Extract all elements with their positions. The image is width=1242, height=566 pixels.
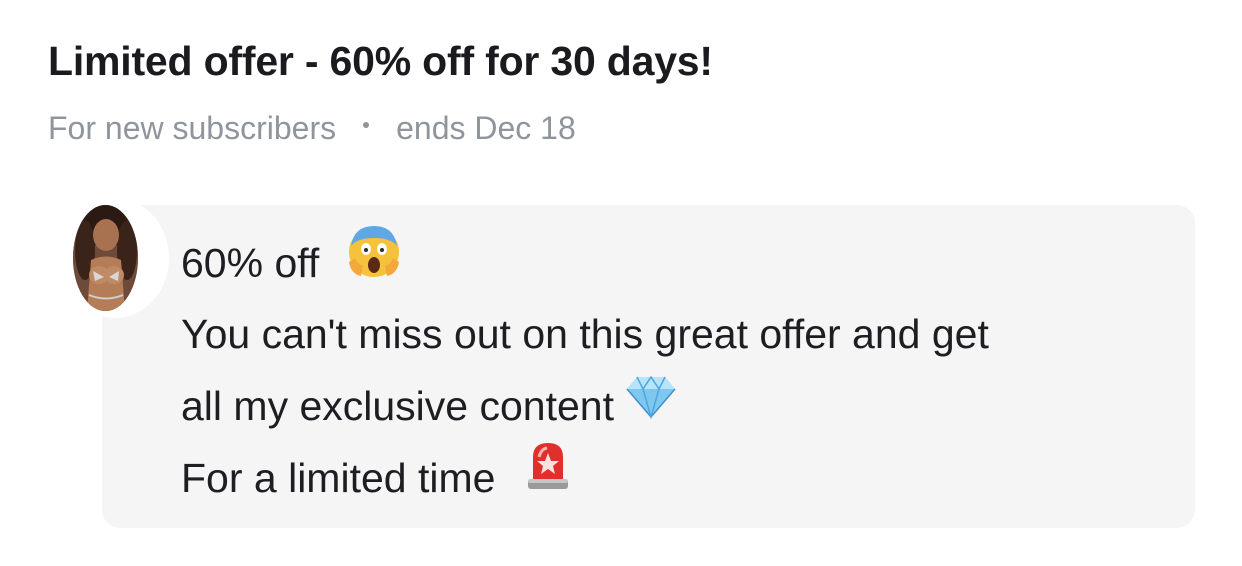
offer-audience: For new subscribers bbox=[48, 110, 337, 146]
offer-end-date: ends Dec 18 bbox=[396, 110, 576, 146]
avatar-image bbox=[73, 205, 138, 311]
avatar[interactable] bbox=[73, 205, 138, 311]
message-line-4-text: For a limited time bbox=[181, 455, 496, 501]
offer-meta: For new subscribers ends Dec 18 bbox=[48, 110, 576, 147]
face-screaming-in-fear-icon bbox=[345, 222, 403, 302]
message-line-1: 60% off bbox=[181, 226, 989, 298]
meta-separator-dot bbox=[363, 121, 370, 128]
police-light-icon bbox=[525, 439, 571, 515]
message-line-2: You can't miss out on this great offer a… bbox=[181, 311, 989, 357]
message-line-3-text: all my exclusive content bbox=[181, 383, 614, 429]
message-line-3: all my exclusive content bbox=[181, 370, 989, 442]
message-line-1-text: 60% off bbox=[181, 239, 320, 286]
message-line-4: For a limited time bbox=[181, 442, 989, 514]
message-body: 60% off You can't miss out on this great… bbox=[181, 226, 989, 514]
gem-stone-icon bbox=[625, 369, 677, 441]
offer-title: Limited offer - 60% off for 30 days! bbox=[48, 38, 713, 84]
